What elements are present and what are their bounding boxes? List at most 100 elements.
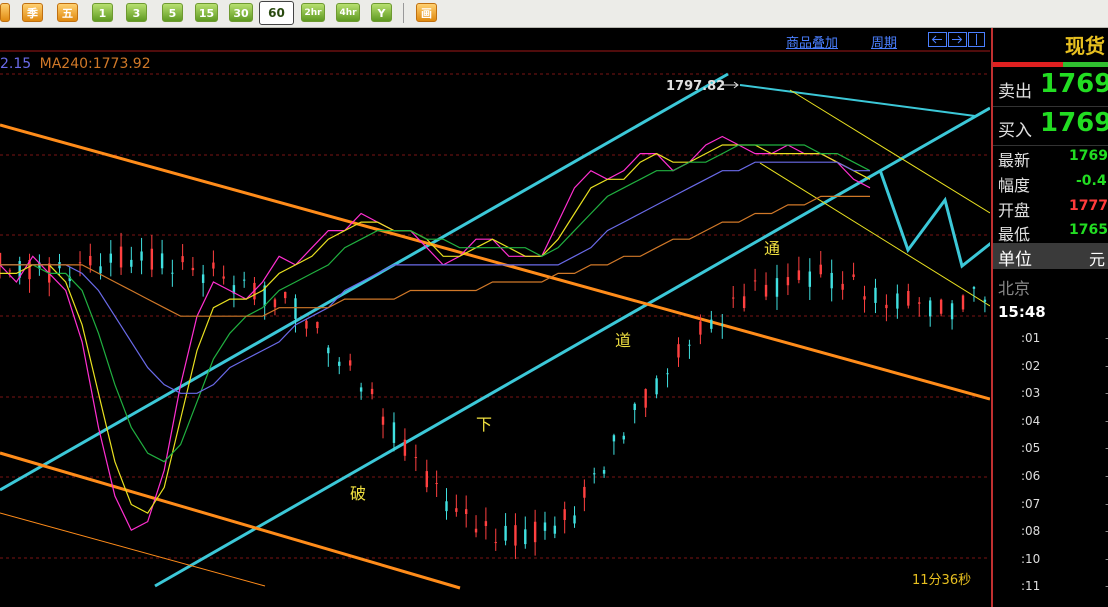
candle-body <box>78 262 82 264</box>
tick-time: :02 <box>1021 358 1041 373</box>
candle-body <box>494 542 497 544</box>
candle-body <box>583 486 586 498</box>
candle-body <box>874 287 877 303</box>
candle-body <box>305 320 308 329</box>
five-period-button[interactable]: 五 <box>57 3 78 22</box>
stat-value: 1777 <box>1069 198 1108 214</box>
candle-body <box>677 344 680 358</box>
candle-body <box>212 262 215 269</box>
candle-body <box>445 501 448 512</box>
sell-strength-bar <box>993 62 1063 67</box>
candle-body <box>273 299 277 308</box>
period-3-button[interactable]: 3 <box>126 3 147 22</box>
season-period-button[interactable]: 季 <box>22 3 43 22</box>
candle-body <box>573 515 576 524</box>
period-2hr-button[interactable]: 2hr <box>301 3 325 22</box>
candle-body <box>841 283 844 290</box>
chart-text-annotation: 通 <box>764 239 780 258</box>
high-price-label: 1797.82 <box>666 79 725 94</box>
candle-body <box>370 388 374 395</box>
candle-body <box>348 360 352 366</box>
candle-body <box>99 266 102 274</box>
tick-time: :07 <box>1021 496 1041 511</box>
draw-tool-button[interactable]: 画 <box>416 3 437 22</box>
candle-body <box>830 272 833 289</box>
period-1-button[interactable]: 1 <box>92 3 113 22</box>
candle-body <box>666 373 669 375</box>
candle-body <box>0 252 2 265</box>
candle-body <box>633 403 636 411</box>
tick-time: :04 <box>1021 413 1041 428</box>
candle-body <box>316 321 319 329</box>
candle-body <box>89 255 92 266</box>
candle-body <box>191 267 195 271</box>
tick-time: :08 <box>1021 524 1041 539</box>
candle-body <box>950 303 954 320</box>
tick-time: :10 <box>1021 551 1041 566</box>
candle-body <box>819 264 822 275</box>
countdown-label: 11分36秒 <box>912 573 971 588</box>
candle-body <box>885 304 888 309</box>
current-time: 15:48 <box>998 303 1046 321</box>
unit-value: 元 <box>1089 250 1106 269</box>
toolbar-divider <box>403 3 404 23</box>
candle-body <box>140 251 143 261</box>
ma240-value: MA240:1773.92 <box>39 56 151 72</box>
candle-body <box>907 290 910 306</box>
candle-body <box>464 509 468 515</box>
candle-body <box>896 293 899 309</box>
period-15-button[interactable]: 15 <box>195 3 218 22</box>
overlay-commodity-link[interactable]: 商品叠加 <box>786 32 838 51</box>
stat-value: 1769 <box>1069 148 1108 164</box>
candle-body <box>294 298 297 319</box>
chart-text-annotation: 破 <box>350 484 366 503</box>
candle-body <box>563 509 566 520</box>
candle-body <box>983 299 987 302</box>
chart-text-annotation: 下 <box>476 415 492 434</box>
candle-body <box>524 529 527 545</box>
quote-panel: 现货 卖出 1769. 买入 1769. 最新 1769 幅度 -0.4 开盘 … <box>991 28 1108 607</box>
candle-body <box>553 525 557 534</box>
chart-header: 商品叠加 周期 <box>0 30 990 51</box>
candle-body <box>327 347 330 354</box>
candle-body <box>775 278 779 297</box>
candle-body <box>543 522 547 531</box>
tick-time: :03 <box>1021 386 1041 401</box>
candle-body <box>484 521 488 526</box>
period-60-button[interactable]: 60 <box>259 1 294 25</box>
unit-label: 单位 <box>998 250 1032 270</box>
tick-time: :11 <box>1021 579 1041 594</box>
ma-other-value: 2.15 <box>0 56 32 72</box>
candle-body <box>414 457 418 459</box>
buy-strength-bar <box>1063 62 1108 67</box>
stat-open: 开盘 1777 <box>993 195 1108 220</box>
stat-label: 开盘 <box>998 201 1031 220</box>
candle-body <box>593 473 596 475</box>
buy-quote: 买入 1769. <box>993 107 1108 146</box>
candle-body <box>359 387 363 392</box>
period-year-button[interactable]: Y <box>371 3 392 22</box>
period-5-button[interactable]: 5 <box>162 3 183 22</box>
candle-body <box>455 508 458 512</box>
toolbar-button-partial[interactable] <box>0 3 10 22</box>
candle-body <box>622 435 625 440</box>
candle-body <box>655 378 658 395</box>
nav-arrows-icon <box>928 32 985 47</box>
candle-body <box>392 422 396 443</box>
candle-body <box>612 435 616 442</box>
candle-body <box>109 253 113 263</box>
candle-body <box>338 361 341 366</box>
candle-body <box>732 297 735 299</box>
quote-panel-title: 现货 <box>1065 34 1105 58</box>
candle-body <box>644 389 647 408</box>
candle-body <box>710 319 713 329</box>
nav-arrow-buttons[interactable] <box>928 32 986 47</box>
period-30-button[interactable]: 30 <box>229 3 253 22</box>
candle-body <box>160 253 164 269</box>
candle-body <box>753 280 757 282</box>
candle-body <box>474 528 478 533</box>
period-link[interactable]: 周期 <box>871 32 897 51</box>
buy-label: 买入 <box>998 121 1032 141</box>
period-4hr-button[interactable]: 4hr <box>336 3 360 22</box>
stat-label: 幅度 <box>998 176 1031 195</box>
